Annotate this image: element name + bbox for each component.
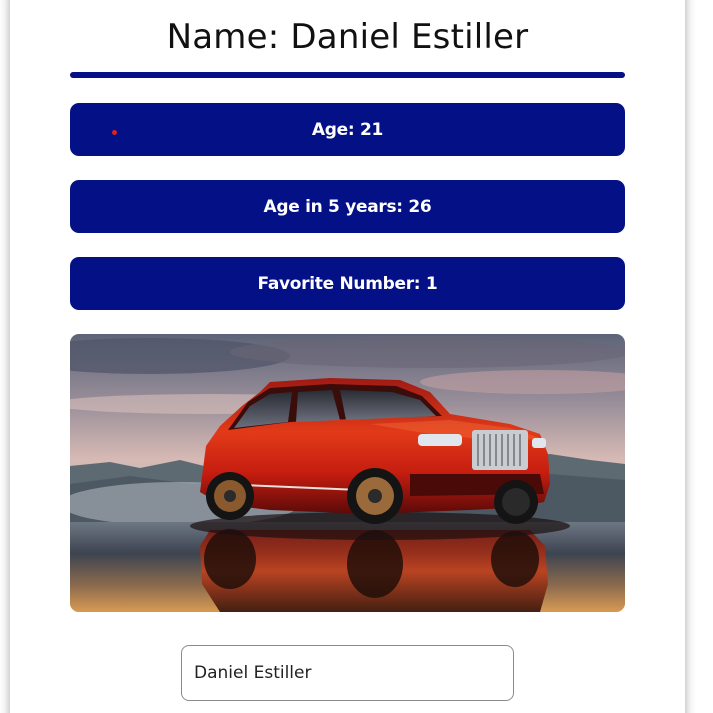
name-input[interactable] — [181, 645, 514, 701]
age-in-5-years-box: Age in 5 years: 26 — [70, 180, 625, 233]
title-divider — [70, 72, 625, 78]
page-title: Name: Daniel Estiller — [166, 17, 529, 57]
age-box: Age: 21 — [70, 103, 625, 156]
red-dot-icon — [112, 130, 117, 135]
page-viewport: Name: Daniel Estiller Age: 21 Age in 5 y… — [0, 0, 713, 713]
favorite-number-box: Favorite Number: 1 — [70, 257, 625, 310]
age-in-5-years-label: Age in 5 years: 26 — [263, 196, 432, 217]
age-label: Age: 21 — [311, 119, 384, 140]
car-photo — [70, 334, 625, 612]
favorite-number-label: Favorite Number: 1 — [257, 273, 438, 294]
